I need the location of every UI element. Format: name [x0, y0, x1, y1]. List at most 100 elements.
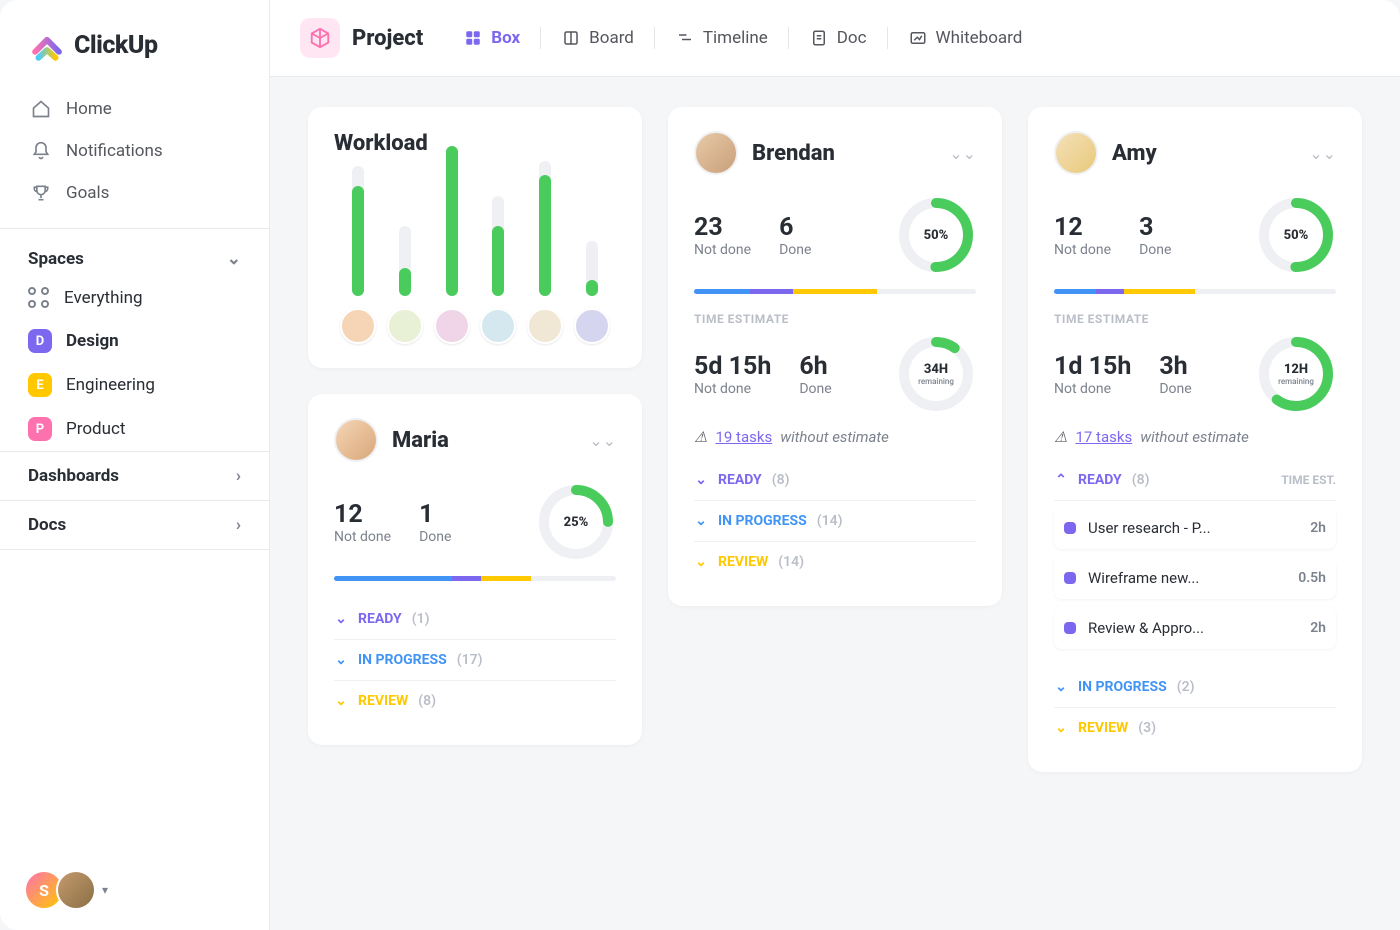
- view-tab-label: Box: [491, 28, 520, 48]
- task-item[interactable]: Wireframe new... 0.5h: [1054, 557, 1336, 599]
- progress-bar: [334, 576, 616, 581]
- status-label: IN PROGRESS: [718, 513, 807, 529]
- status-group-in-progress[interactable]: ⌄ IN PROGRESS (14): [694, 501, 976, 542]
- progress-donut: 50%: [1256, 195, 1336, 275]
- topbar: Project Box Board Timeline Doc Whiteboard: [270, 0, 1400, 77]
- status-count: (3): [1138, 720, 1156, 736]
- space-badge: D: [28, 329, 52, 353]
- home-icon: [30, 98, 52, 120]
- status-count: (2): [1177, 679, 1195, 695]
- stat-notdone: 12: [334, 500, 391, 529]
- warning-icon: ⚠: [694, 428, 707, 446]
- workload-bar: [527, 161, 563, 344]
- status-count: (1): [412, 611, 430, 627]
- status-group-review[interactable]: ⌄ REVIEW (3): [1054, 708, 1336, 748]
- status-group-ready[interactable]: ⌄ READY (1): [334, 599, 616, 640]
- task-estimate: 2h: [1310, 520, 1326, 536]
- box-icon: [463, 28, 483, 48]
- task-name: Wireframe new...: [1088, 569, 1286, 587]
- link-docs[interactable]: Docs ›: [0, 500, 269, 550]
- tasks-without-estimate-link[interactable]: 17 tasks: [1075, 428, 1132, 446]
- workload-bar: [480, 196, 516, 344]
- caret-icon: ⌄: [334, 653, 348, 667]
- time-remaining-donut: 34Hremaining: [896, 334, 976, 414]
- project-title: Project: [352, 26, 423, 51]
- view-tab-doc[interactable]: Doc: [793, 22, 883, 54]
- task-estimate: 0.5h: [1298, 570, 1326, 586]
- nav-notifications[interactable]: Notifications: [16, 130, 253, 172]
- status-group-review[interactable]: ⌄REVIEW(8): [334, 681, 616, 721]
- time-estimate-label: TIME ESTIMATE: [694, 312, 976, 326]
- view-tab-timeline[interactable]: Timeline: [659, 22, 784, 54]
- status-label: IN PROGRESS: [1078, 679, 1167, 695]
- status-count: (8): [418, 693, 436, 709]
- nav-home-label: Home: [66, 99, 112, 119]
- space-item-design[interactable]: D Design: [0, 319, 269, 363]
- space-item-engineering[interactable]: EEngineering: [0, 363, 269, 407]
- link-dashboards[interactable]: Dashboards ›: [0, 451, 269, 500]
- link-dashboards-label: Dashboards: [28, 466, 119, 486]
- caret-icon: ⌄: [334, 694, 348, 708]
- avatar: [480, 308, 516, 344]
- view-tab-label: Timeline: [703, 28, 768, 48]
- task-status-dot: [1064, 572, 1076, 584]
- progress-donut: 50%: [896, 195, 976, 275]
- workload-bar: [574, 241, 610, 344]
- status-group-ready[interactable]: ⌄READY(8): [694, 460, 976, 501]
- progress-bar: [1054, 289, 1336, 294]
- status-group-ready[interactable]: ⌃READY(8)TIME EST.: [1054, 460, 1336, 501]
- status-count: (14): [817, 513, 843, 529]
- logo[interactable]: ClickUp: [0, 0, 269, 84]
- whiteboard-icon: [908, 28, 928, 48]
- status-label: READY: [358, 611, 402, 627]
- collapse-icon[interactable]: ⌄⌄: [949, 144, 976, 163]
- view-tab-label: Whiteboard: [936, 28, 1023, 48]
- avatar: [340, 308, 376, 344]
- estimate-warning: ⚠ 19 tasks without estimate: [694, 428, 976, 446]
- view-tab-board[interactable]: Board: [545, 22, 650, 54]
- status-group-in-progress[interactable]: ⌄IN PROGRESS(2): [1054, 667, 1336, 708]
- view-tab-label: Doc: [837, 28, 867, 48]
- spaces-header-label: Spaces: [28, 249, 84, 269]
- caret-icon: ⌄: [694, 514, 708, 528]
- avatar: [527, 308, 563, 344]
- person-name: Maria: [392, 428, 575, 453]
- status-count: (8): [1132, 472, 1150, 488]
- view-tab-whiteboard[interactable]: Whiteboard: [892, 22, 1039, 54]
- view-tab-box[interactable]: Box: [447, 22, 536, 54]
- status-group-in-progress[interactable]: ⌄IN PROGRESS(17): [334, 640, 616, 681]
- task-name: User research - P...: [1088, 519, 1298, 537]
- trophy-icon: [30, 182, 52, 204]
- status-label: REVIEW: [1078, 720, 1128, 736]
- nav-home[interactable]: Home: [16, 88, 253, 130]
- spaces-header[interactable]: Spaces ⌄: [0, 235, 269, 277]
- chevron-right-icon: ›: [236, 515, 241, 535]
- stat-done: 1: [419, 500, 451, 529]
- space-everything[interactable]: Everything: [0, 277, 269, 319]
- caret-icon: ⌄: [1054, 721, 1068, 735]
- status-label: REVIEW: [718, 554, 768, 570]
- collapse-icon[interactable]: ⌄⌄: [589, 431, 616, 450]
- caret-icon: ⌃: [1054, 473, 1068, 487]
- task-item[interactable]: User research - P... 2h: [1054, 507, 1336, 549]
- person-card-amy: Amy ⌄⌄ 12Not done 3Done 50%: [1028, 107, 1362, 772]
- caret-down-icon: ▾: [102, 883, 108, 897]
- collapse-icon[interactable]: ⌄⌄: [1309, 144, 1336, 163]
- status-count: (8): [772, 472, 790, 488]
- task-item[interactable]: Review & Appro...2h: [1054, 607, 1336, 649]
- space-label: Product: [66, 419, 125, 439]
- nav-goals[interactable]: Goals: [16, 172, 253, 214]
- estimate-warning: ⚠ 17 tasks without estimate: [1054, 428, 1336, 446]
- tasks-without-estimate-link[interactable]: 19 tasks: [715, 428, 772, 446]
- space-label: Design: [66, 331, 119, 351]
- task-status-dot: [1064, 622, 1076, 634]
- timeline-icon: [675, 28, 695, 48]
- space-item-product[interactable]: PProduct: [0, 407, 269, 451]
- user-avatar-cluster[interactable]: S ▾: [24, 870, 108, 910]
- caret-icon: ⌄: [694, 473, 708, 487]
- brand-name: ClickUp: [74, 31, 158, 60]
- status-label: READY: [1078, 472, 1122, 488]
- caret-icon: ⌄: [334, 612, 348, 626]
- time-remaining-donut: 12Hremaining: [1256, 334, 1336, 414]
- status-group-review[interactable]: ⌄REVIEW(14): [694, 542, 976, 582]
